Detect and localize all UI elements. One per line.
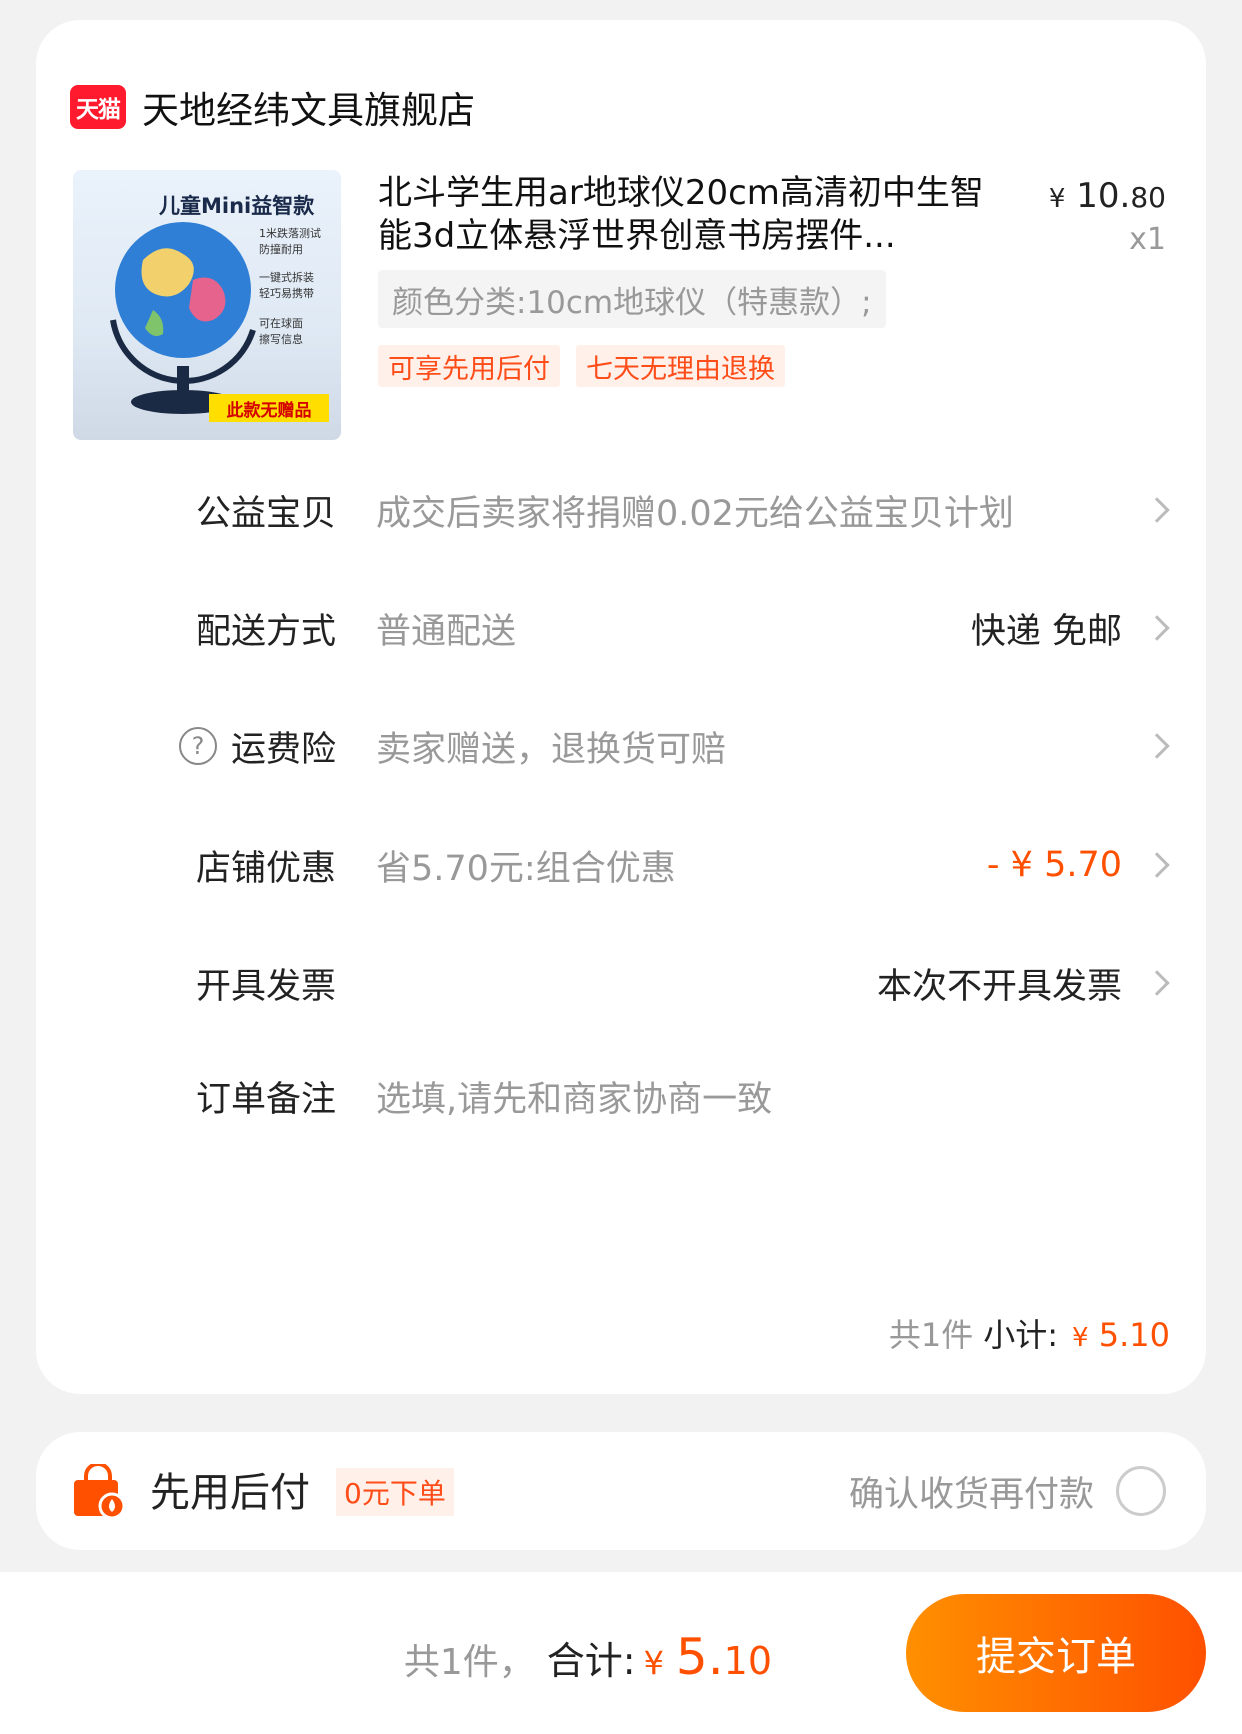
charity-desc: 成交后卖家将捐赠0.02元给公益宝贝计划 xyxy=(376,493,1014,534)
freight-insurance-label: 运费险 xyxy=(230,729,336,770)
total-amount-decimal: 10 xyxy=(723,1639,772,1683)
pay-later-title: 先用后付 xyxy=(150,1470,310,1516)
delivery-label: 配送方式 xyxy=(195,611,336,652)
price-integer: 10. xyxy=(1076,176,1131,216)
delivery-value: 快递 免邮 xyxy=(970,611,1122,652)
help-icon[interactable]: ? xyxy=(178,727,217,765)
product-image-badge: 此款无赠品 xyxy=(209,394,329,422)
product-title[interactable]: 北斗学生用ar地球仪20cm高清初中生智能3d立体悬浮世界创意书房摆件... xyxy=(378,172,998,258)
pay-later-badge: 0元下单 xyxy=(336,1468,454,1516)
subtotal: 共1件 小计: ¥ 5.10 xyxy=(889,1310,1170,1356)
remark-row: 订单备注 选填,请先和商家协商一致 xyxy=(36,1056,1206,1136)
freight-insurance-desc: 卖家赠送，退换货可赔 xyxy=(376,729,727,770)
total-count: 共1件， xyxy=(403,1642,535,1683)
service-tag: 可享先用后付 xyxy=(378,345,560,387)
shop-discount-row[interactable]: 店铺优惠 省5.70元:组合优惠 - ¥ 5.70 xyxy=(36,825,1206,905)
chevron-right-icon xyxy=(1144,970,1170,996)
remark-input[interactable]: 选填,请先和商家协商一致 xyxy=(376,1071,772,1122)
charity-row[interactable]: 公益宝贝 成交后卖家将捐赠0.02元给公益宝贝计划 xyxy=(36,470,1206,550)
product-image-feature: 防撞耐用 xyxy=(259,243,303,256)
shop-discount-value: - ¥ 5.70 xyxy=(986,845,1122,885)
product-image-feature: 擦写信息 xyxy=(259,333,303,346)
chevron-right-icon xyxy=(1144,733,1170,759)
charity-label: 公益宝贝 xyxy=(195,493,336,534)
invoice-label: 开具发票 xyxy=(195,966,336,1007)
total-currency: ¥ xyxy=(643,1644,664,1682)
shop-header[interactable]: 天猫 天地经纬文具旗舰店 xyxy=(70,64,475,150)
shopping-bag-icon xyxy=(74,1464,126,1520)
delivery-desc: 普通配送 xyxy=(376,611,517,652)
subtotal-currency: ¥ xyxy=(1072,1323,1089,1353)
tmall-logo: 天猫 xyxy=(70,85,126,129)
product-image[interactable]: 儿童Mini益智款 1米跌落测试 防撞耐用 一键式拆装 轻巧易携带 可在球面 擦… xyxy=(73,170,341,440)
remark-label: 订单备注 xyxy=(195,1079,336,1120)
total-amount-group: ¥5.10 xyxy=(644,1628,772,1686)
subtotal-amount-group: ¥ 5.10 xyxy=(1072,1316,1170,1354)
invoice-value: 本次不开具发票 xyxy=(876,966,1122,1007)
pay-later-card[interactable]: 先用后付 0元下单 确认收货再付款 xyxy=(36,1432,1206,1550)
invoice-row[interactable]: 开具发票 本次不开具发票 xyxy=(36,943,1206,1023)
chevron-right-icon xyxy=(1144,497,1170,523)
product-image-feature: 轻巧易携带 xyxy=(259,287,314,300)
total-label: 合计: xyxy=(546,1639,636,1683)
subtotal-label: 小计: xyxy=(983,1316,1059,1354)
total-amount-integer: 5. xyxy=(675,1628,724,1686)
service-tags: 可享先用后付 七天无理由退换 xyxy=(378,345,785,387)
shop-discount-desc: 省5.70元:组合优惠 xyxy=(376,848,676,889)
shop-name[interactable]: 天地经纬文具旗舰店 xyxy=(142,80,475,134)
total-line: 共1件， 合计: ¥5.10 xyxy=(404,1628,772,1686)
chevron-right-icon xyxy=(1144,852,1170,878)
product-image-feature: 一键式拆装 xyxy=(259,271,314,284)
submit-order-button[interactable]: 提交订单 xyxy=(906,1594,1206,1712)
pay-later-note: 确认收货再付款 xyxy=(848,1475,1094,1515)
price-decimal: 80 xyxy=(1130,181,1166,214)
subtotal-amount: 5.10 xyxy=(1098,1316,1170,1354)
price-currency: ¥ xyxy=(1048,184,1066,214)
product-image-title: 儿童Mini益智款 xyxy=(159,194,315,218)
product-image-feature: 1米跌落测试 xyxy=(259,227,321,240)
order-card: 天猫 天地经纬文具旗舰店 儿童Mini益智款 1米跌落测试 防撞耐用 一键式拆装… xyxy=(36,20,1206,1394)
sku-selector[interactable]: 颜色分类:10cm地球仪（特惠款）; xyxy=(378,270,886,328)
product-price: ¥ 10.80 xyxy=(1049,176,1166,216)
subtotal-count: 共1件 xyxy=(888,1316,974,1354)
shop-discount-label: 店铺优惠 xyxy=(195,848,336,889)
chevron-right-icon xyxy=(1144,615,1170,641)
bottom-bar: 共1件， 合计: ¥5.10 提交订单 xyxy=(0,1572,1242,1734)
product-image-feature: 可在球面 xyxy=(259,317,303,330)
delivery-row[interactable]: 配送方式 普通配送 快递 免邮 xyxy=(36,588,1206,668)
service-tag: 七天无理由退换 xyxy=(576,345,785,387)
product-quantity: x1 xyxy=(1129,222,1166,257)
freight-insurance-label-group: ? 运费险 xyxy=(178,721,336,772)
pay-later-radio[interactable] xyxy=(1116,1466,1166,1516)
freight-insurance-row[interactable]: ? 运费险 卖家赠送，退换货可赔 xyxy=(36,706,1206,786)
